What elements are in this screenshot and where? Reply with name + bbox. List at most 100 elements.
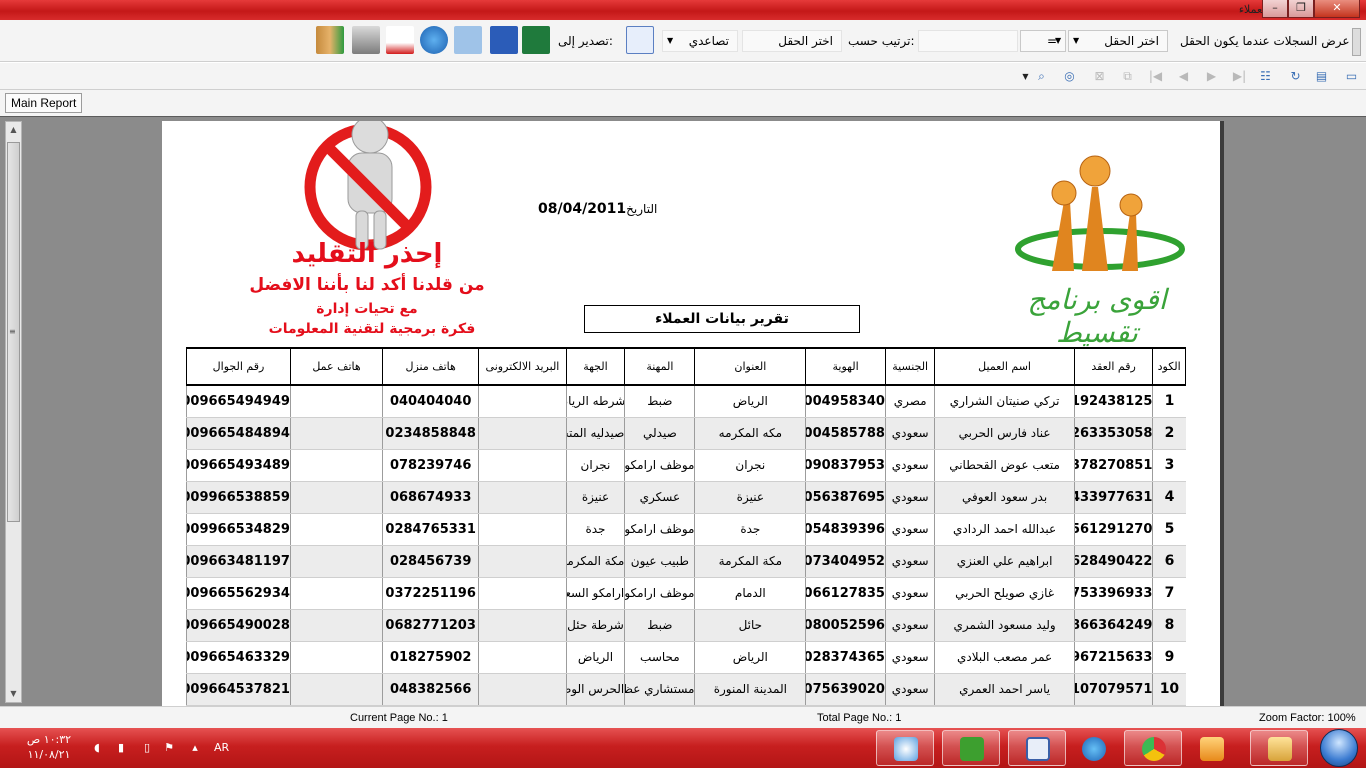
table-cell: 009665494949 bbox=[186, 385, 291, 418]
total-page-status: Total Page No.: 1 bbox=[817, 712, 902, 724]
table-cell: سعودي bbox=[884, 609, 935, 642]
report-viewport: ▲ ≡ ▼ إحذر التقليد من قلدنا أكد لنا بأنن… bbox=[0, 116, 1366, 707]
copy-icon[interactable]: ⧉ bbox=[1120, 69, 1135, 84]
sort-order-select[interactable]: ▼ تصاعدي bbox=[662, 30, 738, 52]
last-page-icon[interactable]: ▶| bbox=[1232, 69, 1247, 84]
scroll-down-icon[interactable]: ▼ bbox=[6, 686, 21, 702]
start-button[interactable] bbox=[1316, 728, 1362, 768]
internet-explorer-icon[interactable] bbox=[420, 26, 448, 54]
table-cell: مكة المكرمة bbox=[565, 545, 625, 578]
table-cell: متعب عوض القحطاني bbox=[934, 449, 1075, 482]
tray-clock[interactable]: ١٠:٣٢ ص ١١/٠٨/٢١ bbox=[14, 732, 84, 762]
table-cell: ياسر احمد العمري bbox=[934, 673, 1075, 706]
table-cell: ضبط bbox=[624, 609, 695, 642]
chevron-down-icon: ▼ bbox=[667, 36, 674, 45]
table-cell: 107079571 bbox=[1073, 673, 1153, 706]
signal-icon[interactable]: ▮ bbox=[114, 741, 128, 755]
taskbar-plant[interactable] bbox=[942, 730, 1000, 766]
taskbar-media-player[interactable] bbox=[1182, 730, 1240, 766]
print-icon[interactable]: ▤ bbox=[1314, 69, 1329, 84]
table-row: 6628490422ابراهيم علي العنزيسعودي1073404… bbox=[186, 545, 1186, 578]
table-cell: 048382566 bbox=[382, 673, 479, 706]
chevron-down-icon: ▼ bbox=[1055, 36, 1062, 45]
table-cell: صيدلي bbox=[624, 417, 695, 450]
table-cell bbox=[289, 673, 383, 706]
table-cell: 0284765331 bbox=[382, 513, 479, 546]
table-cell: 866364249 bbox=[1073, 609, 1153, 642]
table-cell: سعودي bbox=[884, 577, 935, 610]
table-row: 3378270851متعب عوض القحطانيسعودي10908379… bbox=[186, 449, 1186, 482]
exit-icon[interactable] bbox=[316, 26, 344, 54]
paint-icon bbox=[894, 737, 918, 761]
minimize-button[interactable]: – bbox=[1262, 0, 1288, 18]
table-cell: 1056387695 bbox=[805, 481, 886, 514]
filter-field-select[interactable]: ▼ اختر الحقل bbox=[1068, 30, 1168, 52]
table-cell: 009665484894 bbox=[186, 417, 291, 450]
report-settings-icon[interactable] bbox=[626, 26, 654, 54]
flag-icon[interactable]: ⚑ bbox=[162, 741, 176, 755]
table-cell: 1028374365 bbox=[805, 641, 886, 674]
table-cell bbox=[478, 417, 567, 450]
tab-main-report[interactable]: Main Report bbox=[5, 93, 83, 113]
battery-icon[interactable]: ▯ bbox=[140, 741, 154, 755]
table-cell: موظف ارامكو bbox=[624, 449, 695, 482]
print-icon[interactable] bbox=[352, 26, 380, 54]
excel-icon[interactable] bbox=[522, 26, 550, 54]
table-cell: 009966538859 bbox=[186, 481, 291, 514]
vertical-scrollbar[interactable]: ▲ ≡ ▼ bbox=[5, 121, 22, 703]
table-cell: 078239746 bbox=[382, 449, 479, 482]
table-row: 10107079571ياسر احمد العمريسعودي10756390… bbox=[186, 673, 1186, 706]
taskbar-internet-explorer[interactable] bbox=[1064, 730, 1122, 766]
table-cell: مستشاري عظم bbox=[624, 673, 695, 706]
column-header: البريد الالكترونى bbox=[478, 347, 567, 386]
scroll-up-icon[interactable]: ▲ bbox=[6, 122, 21, 138]
sort-field-select[interactable]: اختر الحقل bbox=[742, 30, 842, 52]
table-cell: مكة المكرمة bbox=[694, 545, 806, 578]
find-icon[interactable]: ⌕ bbox=[1034, 69, 1049, 84]
table-cell: 7 bbox=[1152, 577, 1186, 610]
taskbar-paint[interactable] bbox=[876, 730, 934, 766]
close-icon[interactable]: ⊠ bbox=[1092, 69, 1107, 84]
export-icon[interactable]: ▭ bbox=[1344, 69, 1359, 84]
taskbar-explorer[interactable] bbox=[1250, 730, 1308, 766]
warning-company: فكرة برمجية لتقنية المعلومات bbox=[268, 321, 476, 337]
warning-greeting: مع تحيات إدارة bbox=[316, 301, 418, 317]
table-cell: الرياض bbox=[694, 641, 806, 674]
report-page: إحذر التقليد من قلدنا أكد لنا بأننا الاف… bbox=[162, 121, 1222, 707]
table-cell: 040404040 bbox=[382, 385, 479, 418]
taskbar-chrome[interactable] bbox=[1124, 730, 1182, 766]
viewer-toolbar: ▭ ▤ ↻ ☷ ▶| ▶ ◀ |◀ ⧉ ⊠ ◎ ⌕ ▼ bbox=[0, 63, 1366, 90]
filter-value-input[interactable] bbox=[918, 30, 1018, 52]
zoom-status: Zoom Factor: 100% bbox=[1259, 712, 1356, 724]
export-label: تصدير إلى: bbox=[558, 34, 613, 48]
table-row: 5561291270عبدالله احمد الرداديسعودي10548… bbox=[186, 513, 1186, 546]
table-row: 2263353058عناد فارس الحربيسعودي100458578… bbox=[186, 417, 1186, 450]
table-cell: جدة bbox=[694, 513, 806, 546]
table-header-row: الكود رقم العقد اسم العميل الجنسية الهوية الع… bbox=[186, 347, 1186, 386]
table-cell bbox=[289, 481, 383, 514]
table-cell: نجران bbox=[694, 449, 806, 482]
pdf-icon[interactable] bbox=[386, 26, 414, 54]
volume-icon[interactable]: ◖ bbox=[90, 741, 104, 755]
word-icon[interactable] bbox=[490, 26, 518, 54]
language-indicator[interactable]: AR bbox=[214, 741, 229, 754]
table-cell: سعودي bbox=[884, 449, 935, 482]
tree-icon[interactable]: ☷ bbox=[1258, 69, 1273, 84]
operator-select[interactable]: ▼ = bbox=[1020, 30, 1066, 52]
text-icon[interactable] bbox=[454, 26, 482, 54]
show-hidden-icons-icon[interactable]: ▴ bbox=[188, 741, 202, 755]
table-cell bbox=[289, 513, 383, 546]
taskbar-report-viewer[interactable] bbox=[1008, 730, 1066, 766]
table-cell: عسكري bbox=[624, 481, 695, 514]
binoculars-icon[interactable]: ◎ bbox=[1062, 69, 1077, 84]
table-cell: 1054839396 bbox=[805, 513, 886, 546]
close-button[interactable]: ✕ bbox=[1314, 0, 1360, 18]
explorer-icon bbox=[1268, 737, 1292, 761]
first-page-icon[interactable]: |◀ bbox=[1148, 69, 1163, 84]
maximize-button[interactable]: ❐ bbox=[1288, 0, 1314, 18]
next-page-icon[interactable]: ▶ bbox=[1204, 69, 1219, 84]
chevron-down-icon[interactable]: ▼ bbox=[1018, 69, 1033, 84]
toolbar-scrollbar[interactable] bbox=[1352, 28, 1361, 56]
previous-page-icon[interactable]: ◀ bbox=[1176, 69, 1191, 84]
refresh-icon[interactable]: ↻ bbox=[1288, 69, 1303, 84]
